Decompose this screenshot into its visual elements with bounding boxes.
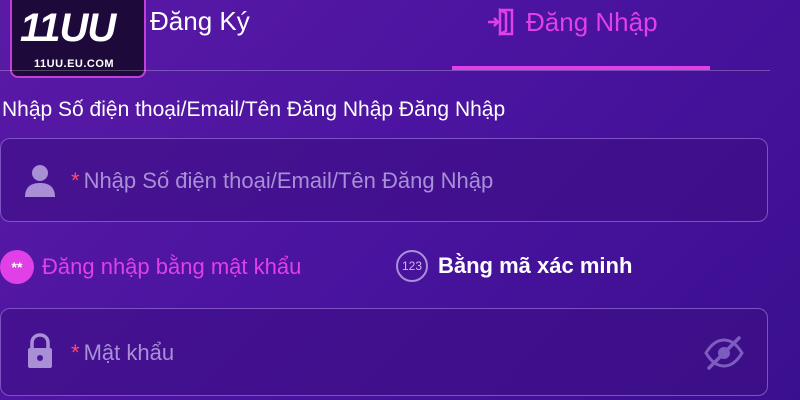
login-door-icon bbox=[488, 7, 514, 37]
logo-text: 11UU bbox=[20, 6, 116, 50]
required-mark: * bbox=[71, 168, 80, 193]
username-field-title: Nhập Số điện thoại/Email/Tên Đăng Nhập Đ… bbox=[2, 98, 506, 121]
tab-login[interactable]: Đăng Nhập bbox=[486, 6, 658, 38]
login-by-code-label: Bằng mã xác minh bbox=[438, 253, 633, 278]
user-icon bbox=[25, 165, 55, 197]
username-field[interactable]: * Nhập Số điện thoại/Email/Tên Đăng Nhập bbox=[0, 138, 768, 222]
login-by-code-option[interactable]: 123 Bằng mã xác minh bbox=[396, 250, 632, 282]
login-by-password-option[interactable]: ** Đăng nhập bằng mật khẩu bbox=[0, 250, 301, 284]
tab-divider bbox=[0, 70, 770, 71]
tab-register[interactable]: Đăng Ký bbox=[150, 6, 250, 37]
tab-login-label: Đăng Nhập bbox=[526, 6, 658, 37]
brand-logo: 11UU 11UU.EU.COM bbox=[10, 0, 146, 78]
password-field[interactable]: * Mật khẩu bbox=[0, 308, 768, 396]
password-placeholder-text: Mật khẩu bbox=[83, 340, 175, 365]
verification-code-icon: 123 bbox=[396, 250, 428, 282]
password-method-icon: ** bbox=[0, 250, 34, 284]
required-mark: * bbox=[71, 340, 80, 365]
logo-domain: 11UU.EU.COM bbox=[34, 58, 115, 70]
password-placeholder: * Mật khẩu bbox=[71, 340, 174, 366]
eye-off-icon[interactable] bbox=[703, 335, 745, 371]
username-placeholder: * Nhập Số điện thoại/Email/Tên Đăng Nhập bbox=[71, 168, 493, 194]
username-placeholder-text: Nhập Số điện thoại/Email/Tên Đăng Nhập bbox=[83, 168, 494, 193]
login-by-password-label: Đăng nhập bằng mật khẩu bbox=[42, 254, 302, 279]
lock-icon bbox=[28, 333, 52, 368]
